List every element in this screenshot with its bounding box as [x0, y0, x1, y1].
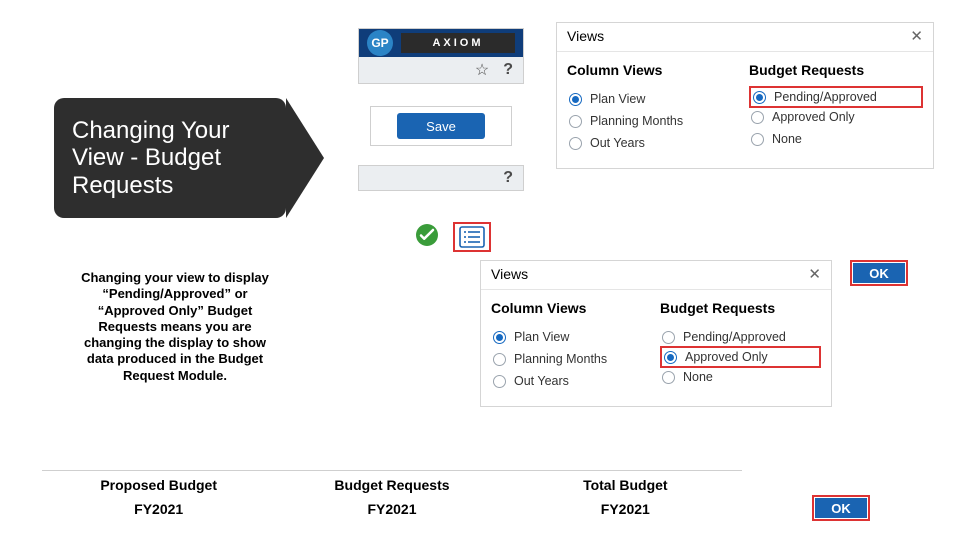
radio-icon: [493, 375, 506, 388]
radio-label: Pending/Approved: [774, 90, 877, 104]
radio-option[interactable]: Planning Months: [491, 348, 652, 370]
column-views-title: Column Views: [567, 62, 741, 78]
radio-icon: [493, 353, 506, 366]
axiom-logo: AXIOM: [401, 33, 515, 53]
slide-title-tag: Changing Your View - Budget Requests: [54, 98, 286, 218]
radio-option[interactable]: Approved Only: [749, 106, 923, 128]
radio-label: Planning Months: [590, 114, 683, 128]
views-panel-header: Views ✕: [481, 261, 831, 290]
slide-title: Changing Your View - Budget Requests: [72, 117, 268, 200]
radio-icon: [664, 351, 677, 364]
help-icon[interactable]: [503, 61, 513, 79]
radio-option[interactable]: Pending/Approved: [749, 86, 923, 108]
radio-label: Approved Only: [772, 110, 855, 124]
help-bar: [358, 165, 524, 191]
budget-requests-title: Budget Requests: [660, 300, 821, 316]
radio-option[interactable]: Approved Only: [660, 346, 821, 368]
save-button[interactable]: Save: [397, 113, 485, 139]
views-panel-title: Views: [567, 28, 604, 44]
budget-col-requests: Budget Requests FY2021: [275, 471, 508, 523]
radio-icon: [662, 371, 675, 384]
budget-requests-group: Budget Requests Pending/Approved Approved…: [660, 300, 821, 392]
budget-columns-bar: Proposed Budget FY2021 Budget Requests F…: [42, 470, 742, 523]
radio-icon: [751, 133, 764, 146]
radio-icon: [753, 91, 766, 104]
star-icon[interactable]: [475, 60, 489, 80]
slide-description: Changing your view to display “Pending/A…: [70, 270, 280, 384]
budget-requests-title: Budget Requests: [749, 62, 923, 78]
radio-label: Approved Only: [685, 350, 768, 364]
close-icon[interactable]: ✕: [910, 27, 923, 45]
radio-option[interactable]: None: [749, 128, 923, 150]
radio-option[interactable]: Plan View: [491, 326, 652, 348]
radio-label: Out Years: [590, 136, 645, 150]
budget-col-total: Total Budget FY2021: [509, 471, 742, 523]
budget-col-header: Budget Requests: [275, 477, 508, 493]
column-views-group: Column Views Plan View Planning Months Out…: [491, 300, 652, 392]
ok-button[interactable]: OK: [812, 495, 870, 521]
check-icon: [415, 223, 439, 252]
views-panel-header: Views ✕: [557, 23, 933, 52]
views-panel-top: Views ✕ Column Views Plan View Planning M…: [556, 22, 934, 169]
radio-option[interactable]: Out Years: [567, 132, 741, 154]
gp-badge: GP: [367, 30, 393, 56]
radio-icon: [569, 137, 582, 150]
budget-col-header: Proposed Budget: [42, 477, 275, 493]
axiom-subbar: [359, 57, 523, 83]
radio-option[interactable]: Planning Months: [567, 110, 741, 132]
save-button-frame: Save: [370, 106, 512, 146]
ok-button[interactable]: OK: [850, 260, 908, 286]
radio-icon: [751, 111, 764, 124]
icon-row: [415, 222, 491, 252]
radio-label: None: [683, 370, 713, 384]
column-views-title: Column Views: [491, 300, 652, 316]
radio-label: Pending/Approved: [683, 330, 786, 344]
radio-label: Plan View: [514, 330, 569, 344]
views-panel-title: Views: [491, 266, 528, 282]
radio-icon: [569, 115, 582, 128]
radio-option[interactable]: Plan View: [567, 88, 741, 110]
radio-icon: [569, 93, 582, 106]
budget-col-year: FY2021: [509, 501, 742, 517]
radio-label: None: [772, 132, 802, 146]
radio-option[interactable]: Pending/Approved: [660, 326, 821, 348]
column-views-group: Column Views Plan View Planning Months Out…: [567, 62, 741, 154]
close-icon[interactable]: ✕: [808, 265, 821, 283]
views-panel-bottom: Views ✕ Column Views Plan View Planning M…: [480, 260, 832, 407]
radio-option[interactable]: Out Years: [491, 370, 652, 392]
budget-col-year: FY2021: [275, 501, 508, 517]
radio-icon: [662, 331, 675, 344]
radio-icon: [493, 331, 506, 344]
axiom-titlebar: GP AXIOM: [359, 29, 523, 57]
help-icon[interactable]: [503, 169, 513, 187]
radio-label: Planning Months: [514, 352, 607, 366]
budget-requests-group: Budget Requests Pending/Approved Approved…: [749, 62, 923, 154]
budget-col-proposed: Proposed Budget FY2021: [42, 471, 275, 523]
radio-option[interactable]: None: [660, 366, 821, 388]
radio-label: Plan View: [590, 92, 645, 106]
budget-col-year: FY2021: [42, 501, 275, 517]
axiom-header: GP AXIOM: [358, 28, 524, 84]
views-list-icon[interactable]: [453, 222, 491, 252]
budget-col-header: Total Budget: [509, 477, 742, 493]
radio-label: Out Years: [514, 374, 569, 388]
